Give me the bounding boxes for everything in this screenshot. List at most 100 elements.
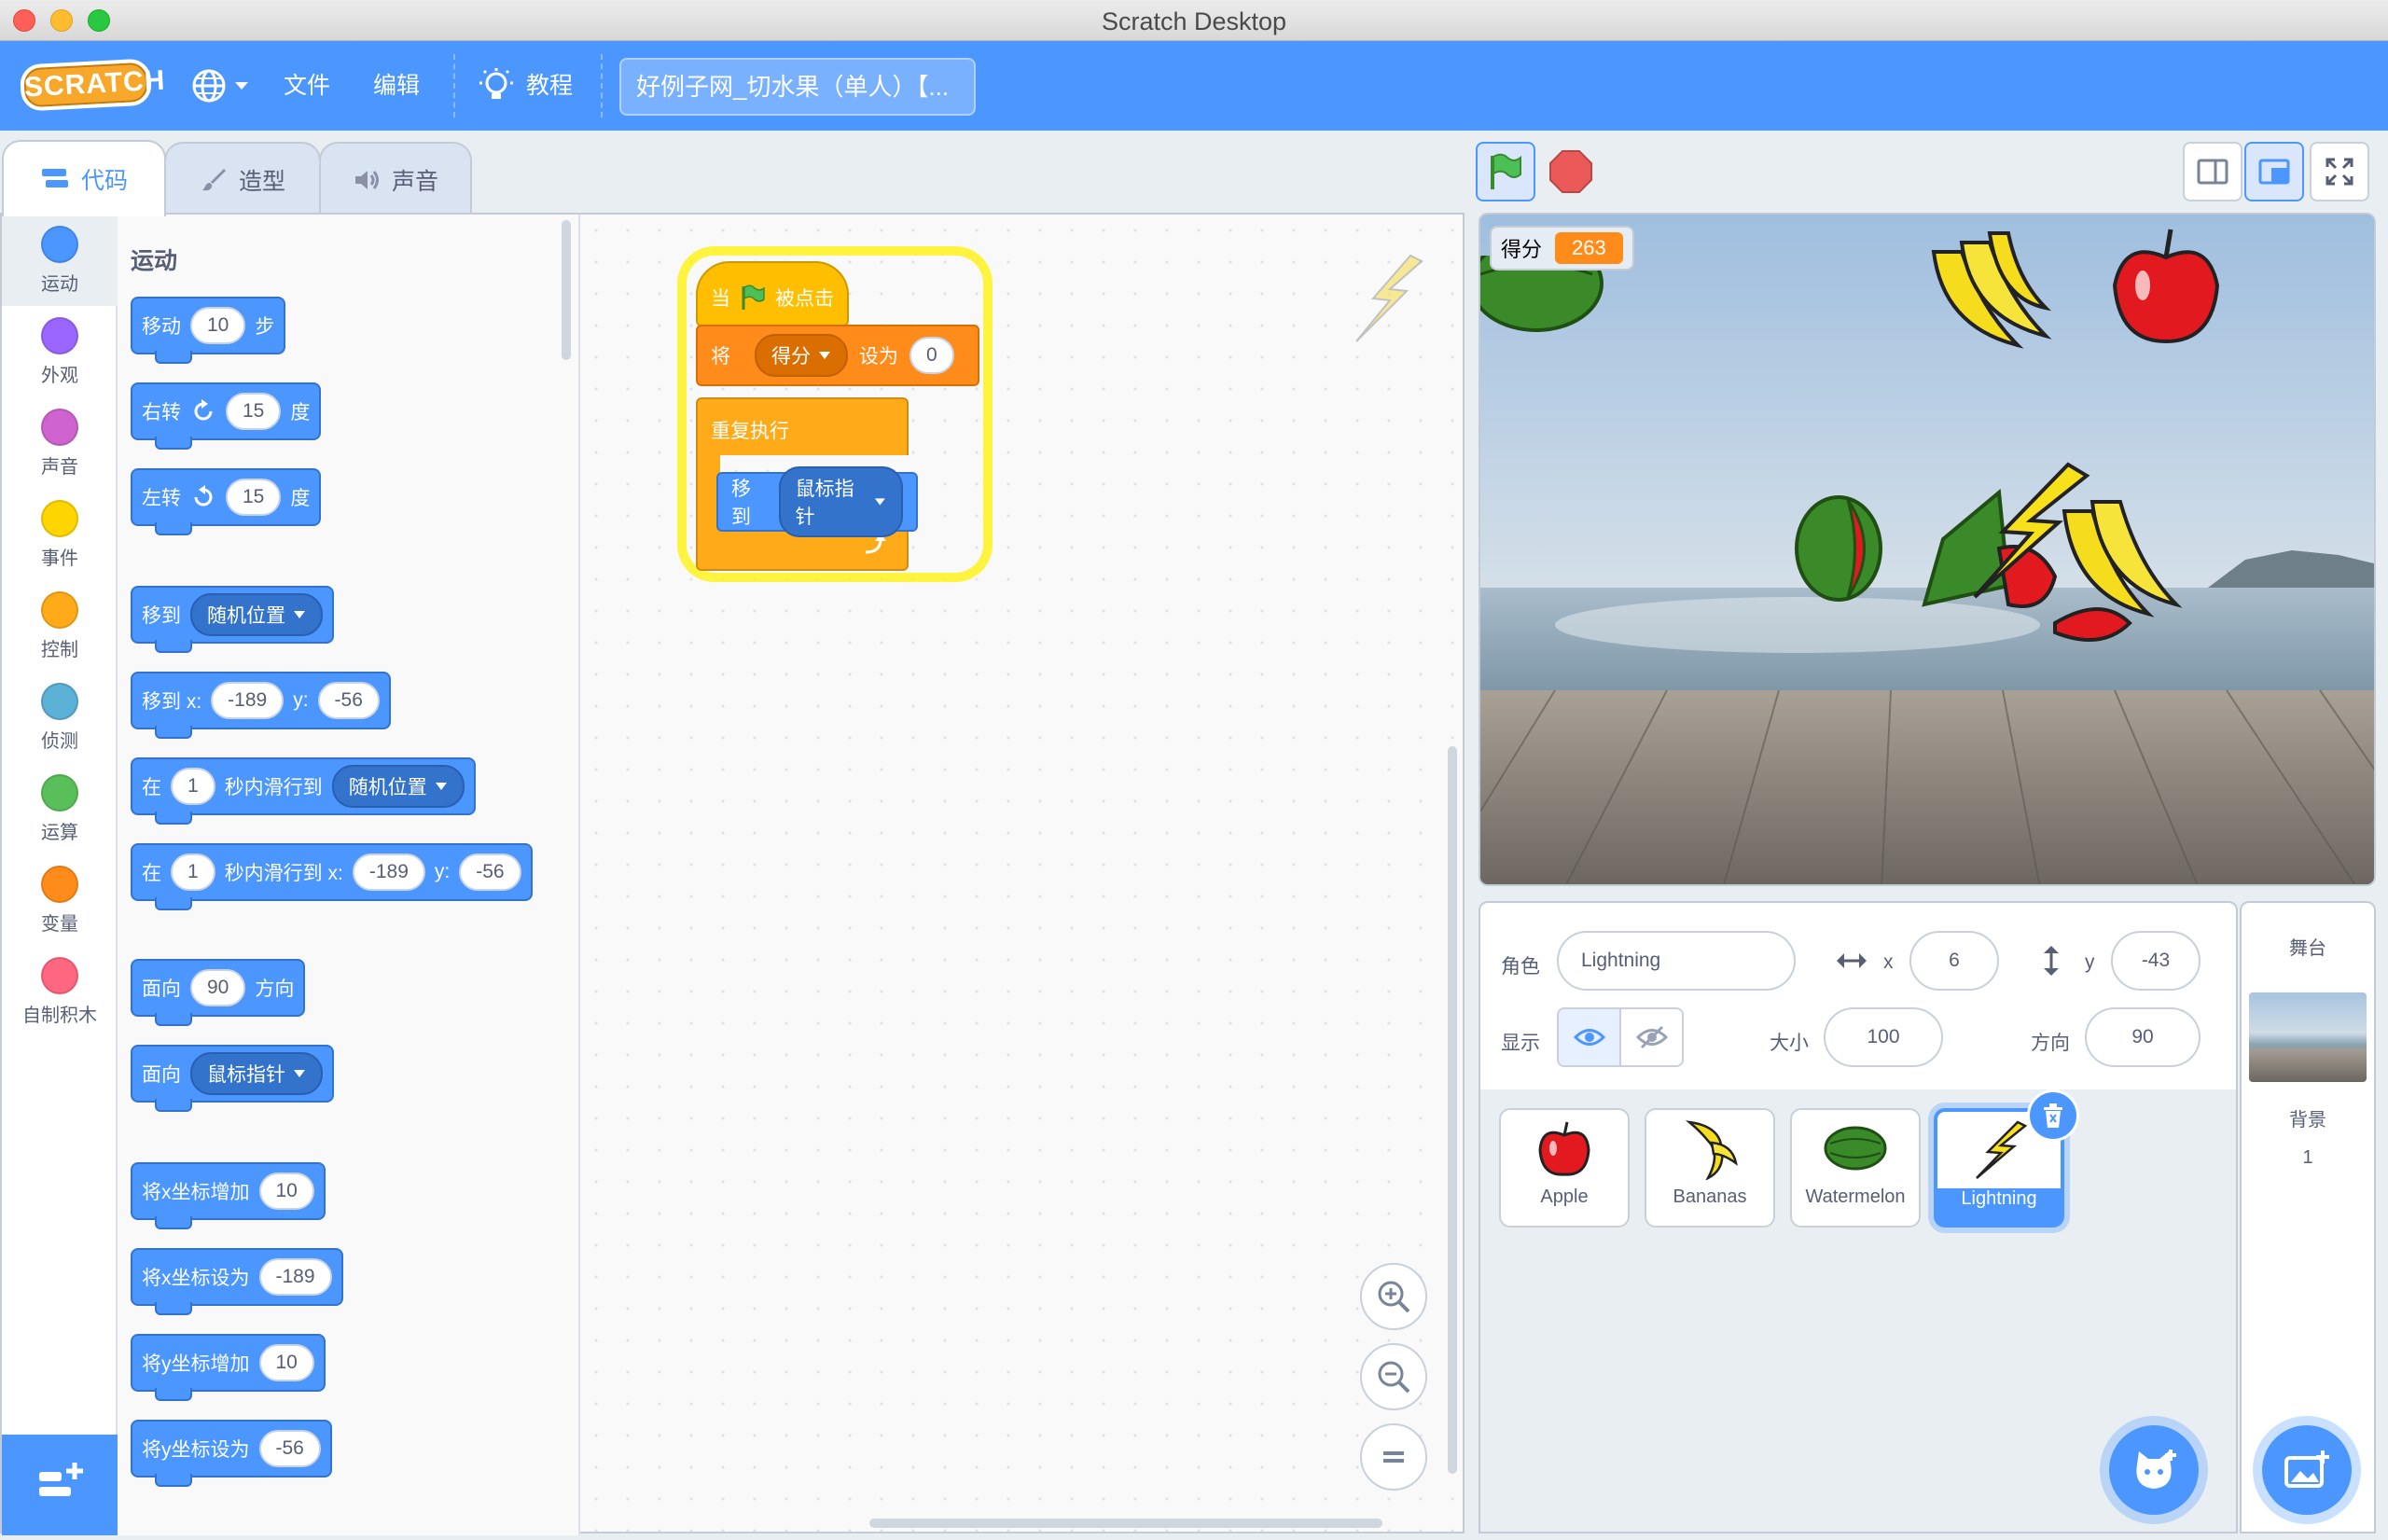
- fullscreen-button[interactable]: [2310, 142, 2369, 201]
- y-position-input[interactable]: -43: [2111, 931, 2201, 991]
- category-looks[interactable]: 外观: [2, 306, 118, 397]
- category-label: 变量: [41, 914, 78, 935]
- hide-sprite-button[interactable]: [1621, 1009, 1682, 1065]
- choose-backdrop-button[interactable]: [2262, 1425, 2352, 1515]
- sprite-tile-bananas[interactable]: Bananas: [1645, 1108, 1775, 1228]
- horizontal-arrows-icon: [1837, 953, 1867, 968]
- sprite-tile-watermelon[interactable]: Watermelon: [1790, 1108, 1921, 1228]
- menu-divider: [453, 54, 455, 118]
- tab-sounds[interactable]: 声音: [319, 142, 472, 216]
- code-vertical-scrollbar[interactable]: [1448, 746, 1457, 1474]
- trash-icon: [2044, 1103, 2062, 1128]
- tab-code[interactable]: 代码: [2, 140, 166, 216]
- tutorials-menu[interactable]: 教程: [479, 41, 573, 131]
- category-variables[interactable]: 变量: [2, 854, 118, 946]
- block-value-input[interactable]: 0: [909, 337, 954, 374]
- block-number-input[interactable]: 10: [258, 1172, 314, 1210]
- turn-left-block[interactable]: 左转 15 度: [131, 468, 322, 535]
- block-number-input[interactable]: -189: [258, 1258, 332, 1296]
- choose-sprite-button[interactable]: [2109, 1425, 2199, 1515]
- code-horizontal-scrollbar[interactable]: [869, 1519, 1382, 1528]
- monitor-value: 263: [1555, 232, 1623, 264]
- category-events[interactable]: 事件: [2, 489, 118, 580]
- variable-dropdown[interactable]: 得分: [755, 334, 848, 377]
- size-input[interactable]: 100: [1824, 1007, 1943, 1067]
- zoom-out-button[interactable]: [1360, 1343, 1427, 1410]
- normal-stage-button[interactable]: [2244, 142, 2304, 201]
- block-number-input[interactable]: 90: [190, 969, 246, 1006]
- turn-right-block[interactable]: 右转 15 度: [131, 382, 322, 450]
- sprite-thumbnail: [1646, 1110, 1773, 1186]
- variable-monitor-score[interactable]: 得分 263: [1490, 226, 1634, 271]
- goto-mouse-block[interactable]: 移到 鼠标指针: [716, 466, 918, 537]
- category-label: 控制: [41, 640, 78, 660]
- goto-target-block[interactable]: 移到 随机位置: [131, 586, 334, 653]
- category-control[interactable]: 控制: [2, 580, 118, 672]
- block-number-input[interactable]: 10: [258, 1344, 314, 1381]
- block-text: 度: [290, 402, 311, 423]
- menu-divider: [601, 54, 603, 118]
- block-number-input[interactable]: -56: [258, 1430, 321, 1467]
- set-y-block[interactable]: 将y坐标设为 -56: [131, 1420, 332, 1487]
- file-menu[interactable]: 文件: [284, 41, 330, 131]
- block-number-input[interactable]: -189: [211, 682, 285, 719]
- category-operators[interactable]: 运算: [2, 763, 118, 854]
- point-direction-block[interactable]: 面向 90 方向: [131, 959, 306, 1026]
- block-number-input[interactable]: 15: [226, 393, 282, 430]
- sprite-tile-apple[interactable]: Apple: [1499, 1108, 1630, 1228]
- glide-to-target-block[interactable]: 在 1 秒内滑行到 随机位置: [131, 757, 476, 825]
- block-dropdown[interactable]: 鼠标指针: [778, 466, 903, 537]
- block-number-input[interactable]: 10: [190, 307, 246, 344]
- change-x-block[interactable]: 将x坐标增加 10: [131, 1162, 326, 1229]
- block-number-input[interactable]: 1: [171, 853, 215, 891]
- block-number-input[interactable]: 15: [226, 479, 282, 516]
- category-sensing[interactable]: 侦测: [2, 672, 118, 763]
- green-flag-button[interactable]: [1476, 142, 1535, 201]
- sprite-name-input[interactable]: Lightning: [1557, 931, 1796, 991]
- stop-button[interactable]: [1548, 149, 1593, 194]
- glide-to-xy-block[interactable]: 在 1 秒内滑行到 x: -189 y: -56: [131, 843, 533, 910]
- stage-header: [1474, 131, 2388, 215]
- scratch-logo[interactable]: SCRATCH: [19, 58, 166, 112]
- move-steps-block[interactable]: 移动 10 步: [131, 297, 286, 364]
- apple-icon: [1538, 1121, 1590, 1176]
- stage-selector-panel[interactable]: 舞台 背景 1: [2240, 901, 2376, 1533]
- tab-costumes[interactable]: 造型: [164, 142, 321, 216]
- zoom-in-button[interactable]: [1360, 1263, 1427, 1330]
- direction-input[interactable]: 90: [2085, 1007, 2201, 1067]
- category-my-blocks[interactable]: 自制积木: [2, 946, 118, 1037]
- change-y-block[interactable]: 将y坐标增加 10: [131, 1334, 326, 1401]
- block-dropdown[interactable]: 随机位置: [190, 593, 323, 636]
- goto-xy-block[interactable]: 移到 x: -189 y: -56: [131, 672, 391, 739]
- stage-canvas[interactable]: 得分 263: [1479, 213, 2376, 886]
- set-x-block[interactable]: 将x坐标设为 -189: [131, 1248, 343, 1315]
- small-stage-button[interactable]: [2183, 142, 2242, 201]
- when-flag-clicked-block[interactable]: 当 被点击: [696, 261, 849, 326]
- add-extension-button[interactable]: [2, 1435, 118, 1535]
- eye-slash-icon: [1635, 1025, 1668, 1049]
- edit-menu[interactable]: 编辑: [373, 41, 420, 131]
- code-area[interactable]: 重复执行 当 被点击 将 得分 设为 0 移到 鼠标指针: [580, 215, 1463, 1532]
- show-sprite-button[interactable]: [1559, 1009, 1621, 1065]
- category-sound[interactable]: 声音: [2, 397, 118, 489]
- block-text: 右转: [142, 402, 181, 423]
- point-towards-block[interactable]: 面向 鼠标指针: [131, 1045, 334, 1112]
- language-menu[interactable]: [190, 41, 250, 131]
- block-number-input[interactable]: 1: [171, 768, 215, 805]
- block-number-input[interactable]: -189: [352, 853, 425, 891]
- x-position-input[interactable]: 6: [1909, 931, 1999, 991]
- palette-scrollbar[interactable]: [562, 220, 571, 360]
- set-variable-block[interactable]: 将 得分 设为 0: [696, 325, 979, 386]
- delete-sprite-button[interactable]: [2027, 1089, 2079, 1142]
- block-dropdown[interactable]: 鼠标指针: [190, 1052, 323, 1095]
- watermelon-icon: [1824, 1126, 1887, 1171]
- project-title-input[interactable]: 好例子网_切水果（单人）【...: [619, 58, 976, 116]
- zoom-reset-button[interactable]: [1360, 1423, 1427, 1491]
- block-number-input[interactable]: -56: [459, 853, 521, 891]
- category-motion[interactable]: 运动: [2, 215, 118, 306]
- dropdown-value: 随机位置: [207, 605, 285, 627]
- block-dropdown[interactable]: 随机位置: [331, 765, 465, 808]
- block-text: 将y坐标设为: [142, 1439, 250, 1461]
- add-backdrop-icon: [2284, 1450, 2329, 1488]
- block-number-input[interactable]: -56: [317, 682, 380, 719]
